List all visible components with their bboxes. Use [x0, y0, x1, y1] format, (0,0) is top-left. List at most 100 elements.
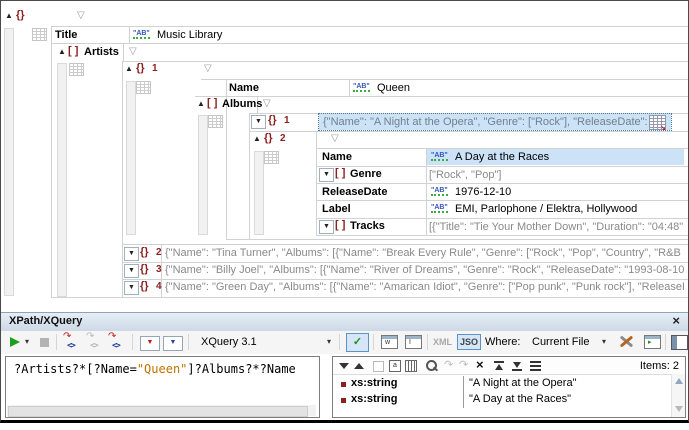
filter-icon[interactable]: ▽: [204, 64, 212, 74]
run-in-window-icon[interactable]: ▸: [644, 335, 661, 349]
collapse-button[interactable]: ▲: [197, 100, 205, 108]
query-editor[interactable]: ?Artists?*[?Name="Queen"]?Albums?*?Name: [5, 356, 320, 418]
stop-button[interactable]: [40, 338, 49, 347]
json-toggle[interactable]: JSO: [457, 334, 481, 350]
run-options-dropdown-icon[interactable]: ▾: [25, 337, 29, 346]
selected-json-cell[interactable]: {"Name": "A Night at the Opera", "Genre"…: [319, 114, 671, 130]
run-query-button[interactable]: [10, 337, 20, 347]
array-icon[interactable]: [ ]: [68, 45, 78, 57]
array-icon[interactable]: [ ]: [335, 167, 345, 179]
array-index[interactable]: 3: [156, 264, 162, 275]
expand-button[interactable]: ▼: [319, 220, 334, 234]
copy-icon[interactable]: [373, 361, 384, 372]
collapse-button[interactable]: ▲: [5, 12, 13, 20]
scroll-up-icon[interactable]: [675, 378, 683, 384]
array-index[interactable]: 4: [156, 281, 162, 292]
json-preview[interactable]: ["Rock", "Pop"]: [429, 169, 684, 181]
validate-button[interactable]: ✓: [346, 333, 369, 352]
layout-toggle-icon[interactable]: [671, 335, 688, 350]
json-preview[interactable]: {"Name": "Billy Joel", "Albums": [{"Name…: [165, 264, 684, 276]
member-key-name[interactable]: Name: [322, 151, 352, 163]
expression-builder-alt-icon[interactable]: ▼: [163, 336, 183, 351]
filter-icon[interactable]: ▽: [331, 134, 339, 144]
collapse-button[interactable]: ▲: [253, 135, 261, 143]
close-icon[interactable]: ×: [672, 313, 680, 328]
table-view-icon[interactable]: [32, 28, 47, 41]
member-key-releasedate[interactable]: ReleaseDate: [322, 186, 387, 198]
wrap-lines-icon[interactable]: [530, 361, 541, 371]
expand-button[interactable]: ▼: [124, 281, 139, 295]
scroll-down-icon[interactable]: [675, 406, 683, 412]
scroll-to-bottom-icon[interactable]: [512, 361, 522, 371]
table-view-icon[interactable]: [264, 151, 279, 164]
table-view-icon[interactable]: [208, 115, 223, 128]
expand-button[interactable]: ▼: [124, 247, 139, 261]
array-index[interactable]: 2: [280, 133, 286, 144]
member-key-artists[interactable]: Artists: [84, 46, 119, 58]
query-expression[interactable]: ?Artists?*[?Name="Queen"]?Albums?*?Name: [14, 362, 296, 376]
member-key-name[interactable]: Name: [229, 82, 259, 94]
array-index[interactable]: 1: [152, 63, 158, 74]
vertical-scrollbar[interactable]: [671, 374, 685, 417]
query-string-literal[interactable]: "Queen": [137, 362, 188, 376]
object-icon[interactable]: {}: [136, 62, 145, 74]
table-view-icon[interactable]: [69, 63, 84, 76]
result-type[interactable]: xs:string: [351, 377, 397, 389]
scrollbar-thumb[interactable]: [8, 406, 308, 417]
object-icon[interactable]: {}: [264, 132, 273, 144]
json-preview[interactable]: {"Name": "Tina Turner", "Albums": [{"Nam…: [165, 247, 684, 259]
scroll-to-top-icon[interactable]: [494, 361, 504, 371]
dialog-mode-icon[interactable]: w: [381, 335, 398, 349]
evaluate-forward-icon[interactable]: ↷<>: [108, 335, 126, 351]
filter-icon[interactable]: ▽: [263, 99, 271, 109]
copy-all-icon[interactable]: a: [389, 360, 401, 372]
evaluate-on-edit-icon[interactable]: ↷<>: [63, 335, 81, 351]
array-icon[interactable]: [ ]: [207, 97, 217, 109]
xml-toggle[interactable]: XML: [433, 337, 452, 347]
result-value[interactable]: "A Night at the Opera": [469, 377, 576, 389]
collapse-button[interactable]: ▲: [58, 48, 66, 56]
array-index[interactable]: 1: [284, 115, 290, 126]
table-view-icon[interactable]: [136, 81, 151, 94]
result-type[interactable]: xs:string: [351, 393, 397, 405]
member-key-genre[interactable]: Genre: [350, 168, 382, 180]
result-value[interactable]: "A Day at the Races": [469, 393, 571, 405]
json-preview[interactable]: [{"Title": "Tie Your Mother Down", "Dura…: [429, 221, 684, 233]
array-icon[interactable]: [ ]: [335, 219, 345, 231]
member-value-name[interactable]: Queen: [377, 82, 410, 94]
array-index[interactable]: 2: [156, 247, 162, 258]
json-preview[interactable]: {"Name": "Green Day", "Albums": [{"Name"…: [165, 281, 684, 293]
language-dropdown-icon[interactable]: ▾: [327, 337, 331, 346]
clear-results-icon[interactable]: ×: [476, 359, 484, 371]
horizontal-scrollbar[interactable]: [7, 405, 316, 416]
collapse-button[interactable]: ▲: [125, 65, 133, 73]
member-key-albums[interactable]: Albums: [222, 98, 262, 110]
scope-dropdown-icon[interactable]: ▾: [602, 337, 606, 346]
object-icon[interactable]: {}: [140, 246, 149, 258]
object-icon[interactable]: {}: [140, 263, 149, 275]
member-key-title[interactable]: Title: [55, 29, 77, 41]
next-result-icon[interactable]: [339, 363, 349, 369]
member-value-title[interactable]: Music Library: [157, 29, 222, 41]
evaluate-back-icon[interactable]: ↷<>: [86, 335, 104, 351]
search-icon[interactable]: [426, 360, 437, 371]
filter-icon[interactable]: ▽: [129, 47, 137, 57]
expand-button[interactable]: ▼: [124, 264, 139, 278]
object-icon[interactable]: {}: [268, 114, 277, 126]
expression-builder-icon[interactable]: ▼: [140, 336, 160, 351]
member-value-releasedate[interactable]: 1976-12-10: [455, 186, 511, 198]
goto-source-icon[interactable]: ↷: [444, 360, 453, 371]
goto-definition-icon[interactable]: ↷: [459, 360, 468, 371]
previous-result-icon[interactable]: [354, 363, 364, 369]
object-icon[interactable]: {}: [140, 280, 149, 292]
expand-as-grid-icon[interactable]: ↘: [649, 115, 666, 130]
language-selector[interactable]: XQuery 3.1: [201, 336, 257, 348]
filter-icon[interactable]: ▽: [77, 11, 85, 21]
scope-selector[interactable]: Current File: [532, 336, 589, 348]
columns-icon[interactable]: [405, 360, 417, 372]
expand-button[interactable]: ▼: [251, 115, 266, 129]
object-icon[interactable]: {}: [16, 9, 25, 21]
member-value-label[interactable]: EMI, Parlophone / Elektra, Hollywood: [455, 203, 637, 215]
setup-tools-icon[interactable]: [617, 334, 637, 350]
member-value-name[interactable]: A Day at the Races: [455, 151, 549, 163]
